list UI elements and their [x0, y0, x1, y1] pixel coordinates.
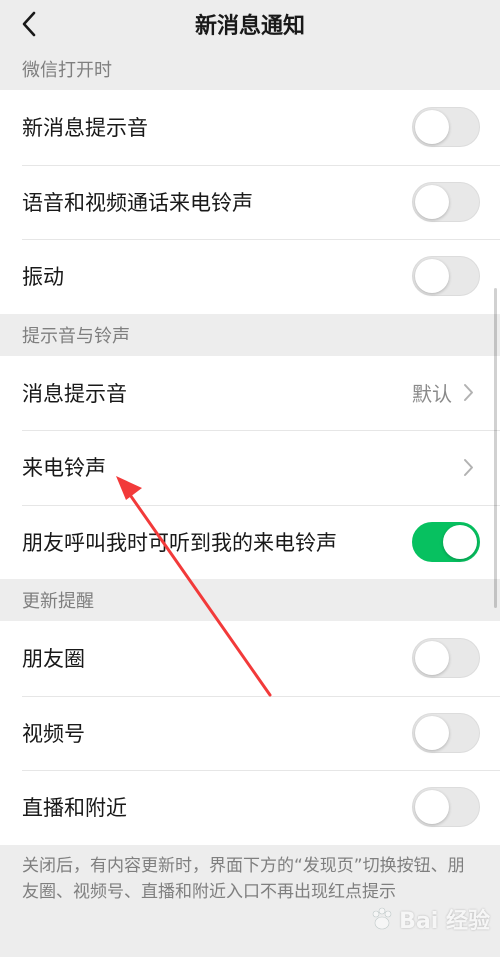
row-label: 朋友圈	[22, 647, 85, 672]
channels-toggle[interactable]	[412, 712, 480, 753]
row-friend-hears-ringtone: 朋友呼叫我时可听到我的来电铃声	[0, 504, 500, 580]
row-label: 来电铃声	[22, 456, 106, 481]
row-label: 消息提示音	[22, 381, 127, 406]
row-moments: 朋友圈	[0, 621, 500, 696]
new-message-sound-toggle[interactable]	[412, 107, 480, 148]
settings-group-updates: 朋友圈 视频号 直播和附近	[0, 621, 500, 845]
section-header-wechat-open: 微信打开时	[22, 60, 112, 81]
back-button[interactable]	[14, 8, 44, 40]
row-label: 语音和视频通话来电铃声	[22, 190, 253, 215]
row-live-nearby: 直播和附近	[0, 770, 500, 845]
toggle-knob	[415, 641, 449, 676]
moments-toggle[interactable]	[412, 638, 480, 679]
toggle-knob	[415, 259, 449, 294]
row-new-message-sound: 新消息提示音	[0, 90, 500, 165]
row-label: 振动	[22, 265, 64, 290]
row-label: 新消息提示音	[22, 116, 148, 141]
toggle-knob	[415, 184, 449, 219]
live-nearby-toggle[interactable]	[412, 787, 480, 828]
row-message-sound[interactable]: 消息提示音 默认	[0, 356, 500, 431]
row-value: 默认	[412, 382, 452, 407]
row-call-ringtone: 语音和视频通话来电铃声	[0, 164, 500, 240]
toggle-knob	[443, 524, 477, 559]
settings-group-sounds: 消息提示音 默认 来电铃声 朋友呼叫我时可听到我的来电铃声	[0, 355, 500, 580]
chevron-right-icon	[462, 457, 474, 477]
friend-hears-ringtone-toggle[interactable]	[412, 521, 480, 562]
row-label: 视频号	[22, 721, 85, 746]
chevron-left-icon	[22, 11, 36, 37]
nav-bar: 新消息通知	[0, 0, 500, 48]
row-channels: 视频号	[0, 695, 500, 771]
section-header-sounds: 提示音与铃声	[22, 325, 130, 347]
row-label: 朋友呼叫我时可听到我的来电铃声	[22, 530, 337, 555]
call-ringtone-toggle[interactable]	[412, 181, 480, 222]
toggle-knob	[415, 715, 449, 750]
vibration-toggle[interactable]	[412, 256, 480, 297]
scrollbar[interactable]	[494, 288, 497, 608]
settings-group-wechat-open: 新消息提示音 语音和视频通话来电铃声 振动	[0, 90, 500, 314]
footnote: 关闭后，有内容更新时，界面下方的“发现页”切换按钮、朋友圈、视频号、直播和附近入…	[22, 855, 465, 902]
paw-icon	[372, 907, 392, 930]
section-header-updates: 更新提醒	[22, 591, 94, 612]
chevron-right-icon	[462, 383, 474, 403]
watermark-text: Bai 经验	[399, 909, 490, 934]
row-label: 直播和附近	[22, 796, 127, 821]
watermark: Bai 经验	[369, 903, 490, 935]
row-vibration: 振动	[0, 239, 500, 314]
toggle-knob	[415, 110, 449, 145]
toggle-knob	[415, 790, 449, 825]
page-title: 新消息通知	[194, 14, 305, 39]
row-incoming-ringtone[interactable]: 来电铃声	[0, 430, 500, 505]
